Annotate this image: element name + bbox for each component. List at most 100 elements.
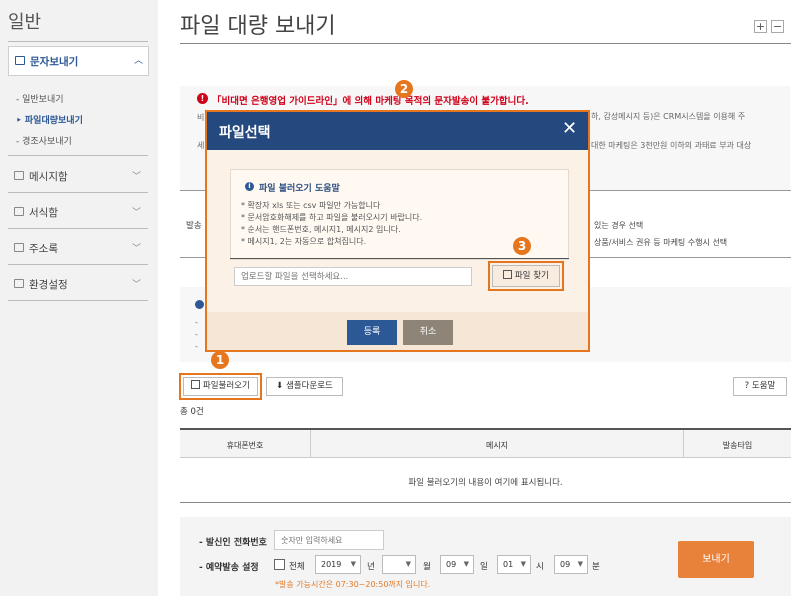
year-value: 2019 xyxy=(321,560,342,569)
chevron-down-icon: ﹀ xyxy=(132,208,142,218)
file-icon xyxy=(191,380,201,389)
sidebar-divider xyxy=(8,155,148,156)
sidebar-item-label: 주소록 xyxy=(29,243,58,255)
sidebar-subitem-bulk-file[interactable]: ‣ 파일대량보내기 xyxy=(16,113,83,126)
year-select[interactable]: 2019 ▼ xyxy=(315,555,361,574)
close-icon[interactable]: ✕ xyxy=(562,119,577,139)
expand-button[interactable]: + xyxy=(754,20,767,33)
find-file-button[interactable]: 파일 찾기 xyxy=(492,265,560,287)
sidebar-item-messagebox[interactable]: 메시지함 ﹀ xyxy=(8,164,148,190)
send-time-note: *발송 가능시간은 07:30~20:50까지 입니다. xyxy=(275,580,431,589)
file-icon xyxy=(503,270,513,279)
step-badge-3: 3 xyxy=(513,237,531,255)
sidebar-item-label: 문자보내기 xyxy=(30,56,79,68)
chevron-down-icon: ▼ xyxy=(405,560,411,568)
table-bottom-border xyxy=(180,502,791,503)
schedule-label: - 예약발송 설정 xyxy=(199,563,259,573)
page-title: 파일 대량 보내기 xyxy=(180,14,336,39)
chevron-down-icon: ▼ xyxy=(577,560,583,568)
minute-select[interactable]: 09 ▼ xyxy=(554,555,588,574)
step-badge-2: 2 xyxy=(395,80,413,98)
template-icon xyxy=(14,207,24,216)
settings-icon xyxy=(14,279,24,288)
chevron-down-icon: ▼ xyxy=(520,560,526,568)
year-unit: 년 xyxy=(367,562,375,572)
sidebar-subitem-label: 경조사보내기 xyxy=(22,137,72,147)
send-button[interactable]: 보내기 xyxy=(678,541,754,578)
download-icon: ⬇ xyxy=(276,381,284,391)
list-dash: - xyxy=(195,318,198,327)
sender-phone-input[interactable] xyxy=(274,530,384,550)
help-bullet: * 메시지1, 2는 자동으로 합쳐집니다. xyxy=(241,237,367,246)
file-select-dialog: 파일선택 ✕ i 파일 불러오기 도움말 * 확장자 xls 또는 csv 파일… xyxy=(205,110,590,352)
sidebar-item-label: 환경설정 xyxy=(29,279,68,291)
sender-label: - 발신인 전화번호 xyxy=(199,538,267,548)
sidebar-item-send-sms[interactable]: 문자보내기 ︿ xyxy=(8,46,149,76)
sidebar-subitem-label: 일반보내기 xyxy=(22,95,64,105)
cancel-button[interactable]: 취소 xyxy=(403,320,453,345)
minute-unit: 분 xyxy=(592,562,600,572)
column-header-message: 메시지 xyxy=(485,441,509,450)
option-description: 있는 경우 선택 xyxy=(594,221,644,230)
sample-download-button[interactable]: ⬇ 샘플다운로드 xyxy=(266,377,343,396)
sidebar-item-label: 메시지함 xyxy=(29,171,68,183)
chevron-down-icon: ﹀ xyxy=(132,172,142,182)
sidebar-item-templates[interactable]: 서식함 ﹀ xyxy=(8,200,148,226)
chevron-down-icon: ▼ xyxy=(350,560,356,568)
warning-text: 「비대면 은행영업 가이드라인」에 의해 마케팅 목적의 문자발송이 불가합니다… xyxy=(212,96,529,107)
sidebar-divider xyxy=(8,300,148,301)
sidebar-divider xyxy=(8,192,148,193)
hour-unit: 시 xyxy=(536,562,544,572)
dialog-footer xyxy=(207,312,588,350)
hour-value: 01 xyxy=(503,560,514,569)
sidebar-divider xyxy=(8,41,148,42)
sidebar: 일반 문자보내기 ︿ - 일반보내기 ‣ 파일대량보내기 - 경조사보내기 메시… xyxy=(0,0,158,596)
dialog-divider xyxy=(230,258,569,259)
day-unit: 일 xyxy=(480,562,488,572)
info-icon: i xyxy=(245,182,254,191)
register-button[interactable]: 등록 xyxy=(347,320,397,345)
hour-select[interactable]: 01 ▼ xyxy=(497,555,531,574)
chevron-down-icon: ﹀ xyxy=(132,280,142,290)
notice-line-prefix: 세 xyxy=(197,141,205,150)
file-load-button[interactable]: 파일불러오기 xyxy=(183,377,258,396)
sidebar-item-settings[interactable]: 환경설정 ﹀ xyxy=(8,272,148,298)
find-file-label: 파일 찾기 xyxy=(514,271,549,281)
sidebar-item-addressbook[interactable]: 주소록 ﹀ xyxy=(8,236,148,262)
sample-download-label: 샘플다운로드 xyxy=(285,381,333,391)
all-checkbox[interactable] xyxy=(274,559,285,570)
send-form: - 발신인 전화번호 - 예약발송 설정 전체 2019▼ 년 ▼ 월 09▼ … xyxy=(180,517,791,596)
result-table: 휴대폰번호 메시지 발송타입 파일 불러오기의 내용이 여기에 표시됩니다. xyxy=(180,428,791,503)
info-icon xyxy=(195,300,204,309)
minute-value: 09 xyxy=(560,560,571,569)
sidebar-item-label: 서식함 xyxy=(29,207,58,219)
sidebar-subitem-label: 파일대량보내기 xyxy=(24,116,83,126)
collapse-button[interactable]: − xyxy=(771,20,784,33)
question-icon: ? xyxy=(744,381,750,391)
file-path-input[interactable] xyxy=(234,267,472,286)
message-icon xyxy=(14,171,24,180)
notice-line-text: 대한 마케팅은 3천만원 이하의 과태료 부과 대상 xyxy=(591,141,752,150)
notice-line-prefix: 비 xyxy=(197,113,205,122)
help-bullet: * 확장자 xls 또는 csv 파일만 가능합니다 xyxy=(241,201,381,210)
message-icon xyxy=(15,56,25,65)
sidebar-subitem-normal[interactable]: - 일반보내기 xyxy=(16,92,64,105)
day-select[interactable]: 09 ▼ xyxy=(440,555,474,574)
dialog-title: 파일선택 xyxy=(219,125,271,141)
warning-icon: ! xyxy=(197,93,208,104)
column-header-type: 발송타입 xyxy=(722,441,753,450)
help-label: 도움말 xyxy=(751,381,776,391)
help-bullet: * 문서암호화해제를 하고 파일을 불러오시기 바랍니다. xyxy=(241,213,423,222)
list-dash: - xyxy=(195,330,198,339)
chevron-down-icon: ﹀ xyxy=(132,244,142,254)
total-count: 총 0건 xyxy=(180,407,204,417)
header-divider xyxy=(180,43,791,44)
sidebar-subitem-condolence[interactable]: - 경조사보내기 xyxy=(16,134,72,147)
month-select[interactable]: ▼ xyxy=(382,555,416,574)
notice-line-text: 하, 감성메시지 등)은 CRM시스템을 이용해 주 xyxy=(591,112,746,121)
sidebar-divider xyxy=(8,228,148,229)
section-label: 발송 xyxy=(186,221,202,231)
help-button[interactable]: ? 도움말 xyxy=(733,377,787,396)
table-empty-message: 파일 불러오기의 내용이 여기에 표시됩니다. xyxy=(408,478,563,488)
list-dash: - xyxy=(195,342,198,351)
